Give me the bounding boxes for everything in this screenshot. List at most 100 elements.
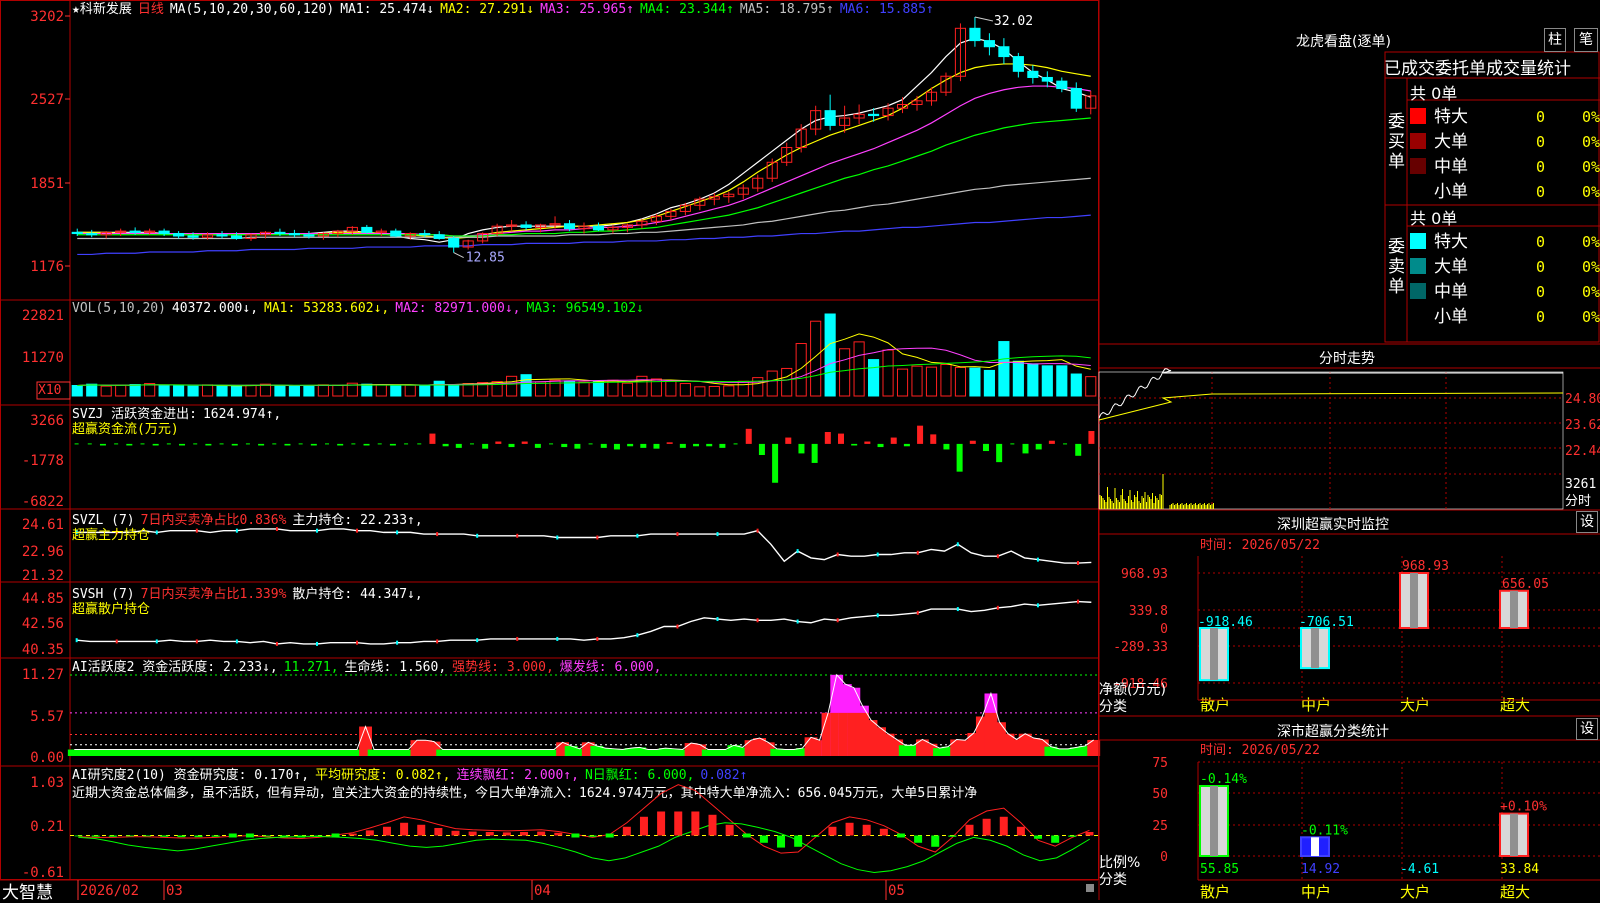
vol-bar xyxy=(404,384,416,397)
svzj-bar xyxy=(627,443,634,447)
vol-bar xyxy=(795,343,807,397)
order-percent: 0% xyxy=(1582,158,1600,176)
research-bar xyxy=(777,835,786,848)
ai2-tick-label: 0.00 xyxy=(30,750,64,766)
svzj-bar xyxy=(838,433,844,444)
svzj-bar xyxy=(772,443,779,483)
research-bar xyxy=(759,835,768,843)
research-tick-label: 0.21 xyxy=(30,819,64,835)
brand-logo: 大智慧 xyxy=(2,883,53,903)
svzj-bar xyxy=(389,443,396,446)
chart-header-part: MA5: 18.795↑ xyxy=(740,2,834,17)
order-count: 0 xyxy=(1536,233,1545,251)
vol-bar xyxy=(810,320,822,397)
vol-bar xyxy=(896,368,909,397)
svsh-line-dot xyxy=(996,605,999,610)
svsh-line-dot xyxy=(235,639,238,644)
stats-value-label: 14.92 xyxy=(1301,862,1340,877)
xaxis-label: 05 xyxy=(888,883,905,899)
order-color-swatch xyxy=(1410,233,1426,249)
svsh-line-dot xyxy=(476,638,479,643)
svzj-tick-label: 3266 xyxy=(30,413,64,429)
monitor-bar-shade xyxy=(1510,590,1518,628)
svzj-bar xyxy=(653,443,660,449)
research-bar xyxy=(417,824,426,836)
svzj-bar xyxy=(679,443,686,448)
vol-bar xyxy=(201,384,214,397)
svsh-line-dot xyxy=(716,617,719,622)
fenshi-vol-label: 分时 xyxy=(1565,494,1591,509)
svzl-line-dot xyxy=(476,533,479,538)
ai2-header-part: 爆发线: 6.000, xyxy=(560,659,662,675)
research-bar xyxy=(451,830,460,836)
research-bar xyxy=(1016,826,1025,836)
vol-bar xyxy=(259,383,272,397)
order-color-swatch xyxy=(1410,133,1426,149)
stats-bar-shade xyxy=(1311,837,1319,856)
svzj-bar xyxy=(126,443,133,446)
svzj-bar xyxy=(99,443,106,446)
candle-body xyxy=(216,234,228,237)
svzl-header-part: 7日内买卖净占比0.836% xyxy=(141,512,287,528)
svsh-line-dot xyxy=(876,613,879,618)
research-bar xyxy=(1051,835,1060,843)
vol-bar xyxy=(1070,373,1082,397)
vol-bar xyxy=(288,385,300,397)
research-tick-label: 1.03 xyxy=(30,775,64,791)
order-count: 0 xyxy=(1536,258,1545,276)
stats-category-label: 大户 xyxy=(1400,883,1430,900)
candle-body xyxy=(1027,70,1039,78)
candle-body xyxy=(288,233,300,236)
vol-bar xyxy=(100,385,112,397)
order-percent: 0% xyxy=(1582,108,1600,126)
vol-bar xyxy=(1027,363,1039,397)
stats-change-label: +0.10% xyxy=(1500,800,1547,815)
chart-header-part: 日线 xyxy=(138,2,164,17)
ai2-bar xyxy=(1087,739,1101,756)
candle-body xyxy=(390,230,402,237)
fenshi-title: 分时走势 xyxy=(1319,351,1375,367)
svzl-line-dot xyxy=(676,532,679,537)
monitor-value-label: 968.93 xyxy=(1402,559,1449,574)
dragon-subtitle: 已成交委托单成交量统计 xyxy=(1384,59,1571,79)
research-bar xyxy=(331,833,340,838)
chart-header-part: MA(5,10,20,30,60,120) xyxy=(170,2,334,17)
research-bar xyxy=(177,835,186,838)
chart-header-part: ★科新发展 xyxy=(72,1,132,17)
svzj-bar xyxy=(969,440,976,444)
svzj-bar xyxy=(521,441,528,444)
research-bar xyxy=(297,835,306,838)
candle-body xyxy=(448,237,460,248)
sz-stats-settings-button[interactable]: 设 xyxy=(1576,718,1598,740)
vol-unit-label: X10 xyxy=(38,383,61,398)
research-bar xyxy=(228,833,237,838)
vol-bar xyxy=(390,385,402,397)
fenshi-avg-line xyxy=(1098,392,1564,421)
ai2-header-part: AI活跃度2 资金活跃度: 2.233↓, xyxy=(72,659,278,675)
svzj-bar xyxy=(877,443,884,448)
order-size-label: 小单 xyxy=(1434,182,1468,202)
monitor-time: 时间: 2026/05/22 xyxy=(1200,538,1320,553)
vol-bar xyxy=(245,384,257,397)
vol-bar xyxy=(419,385,431,397)
svzl-line-dot xyxy=(556,535,559,540)
order-color-swatch xyxy=(1410,108,1426,124)
vol-bar xyxy=(520,374,532,397)
tick-mode-button[interactable]: 笔 xyxy=(1574,28,1598,52)
research-bar xyxy=(434,827,443,836)
svzl-line-dot xyxy=(796,549,799,554)
svzj-bar xyxy=(917,425,924,444)
vol-bar xyxy=(925,366,938,397)
research-bar xyxy=(1068,835,1077,837)
monitor-value-label: -918.46 xyxy=(1198,615,1253,630)
research-bar xyxy=(622,826,631,836)
sz-monitor-settings-button[interactable]: 设 xyxy=(1576,511,1598,533)
order-size-label: 大单 xyxy=(1434,257,1468,277)
vol-bar xyxy=(665,380,677,397)
svzl-line-dot xyxy=(996,554,999,559)
bar-mode-button[interactable]: 柱 xyxy=(1544,28,1566,52)
research-line-2 xyxy=(78,822,1090,873)
stats-category-label: 散户 xyxy=(1200,883,1230,900)
order-size-label: 小单 xyxy=(1434,307,1468,327)
ma-line-ma4 xyxy=(77,117,1091,237)
